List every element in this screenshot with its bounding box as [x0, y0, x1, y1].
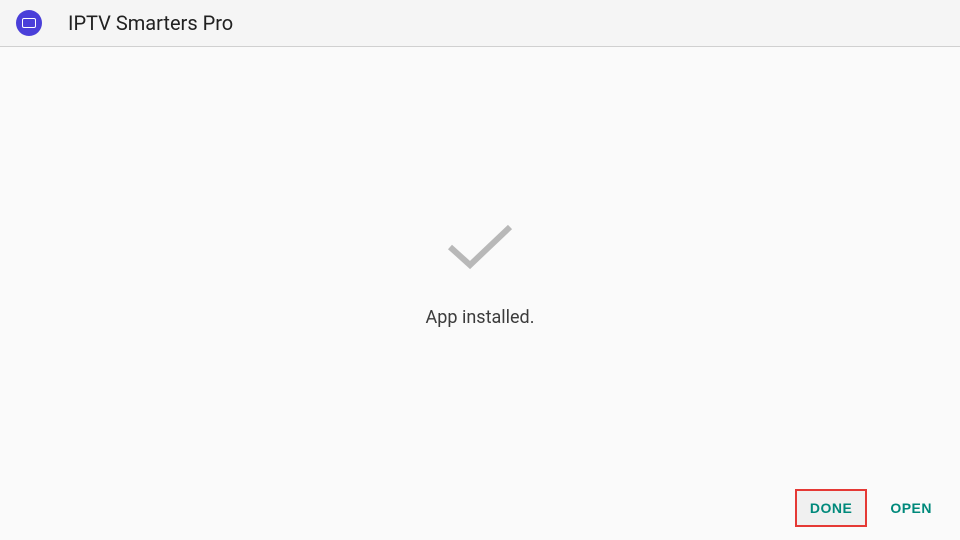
checkmark-icon: [444, 219, 516, 277]
header-bar: IPTV Smarters Pro: [0, 0, 960, 47]
done-button[interactable]: DONE: [796, 490, 866, 526]
app-icon: [16, 10, 42, 36]
button-row: DONE OPEN: [796, 490, 946, 526]
status-message: App installed.: [426, 307, 535, 328]
app-title: IPTV Smarters Pro: [68, 11, 233, 35]
open-button[interactable]: OPEN: [876, 490, 946, 526]
content-area: App installed. DONE OPEN: [0, 47, 960, 540]
